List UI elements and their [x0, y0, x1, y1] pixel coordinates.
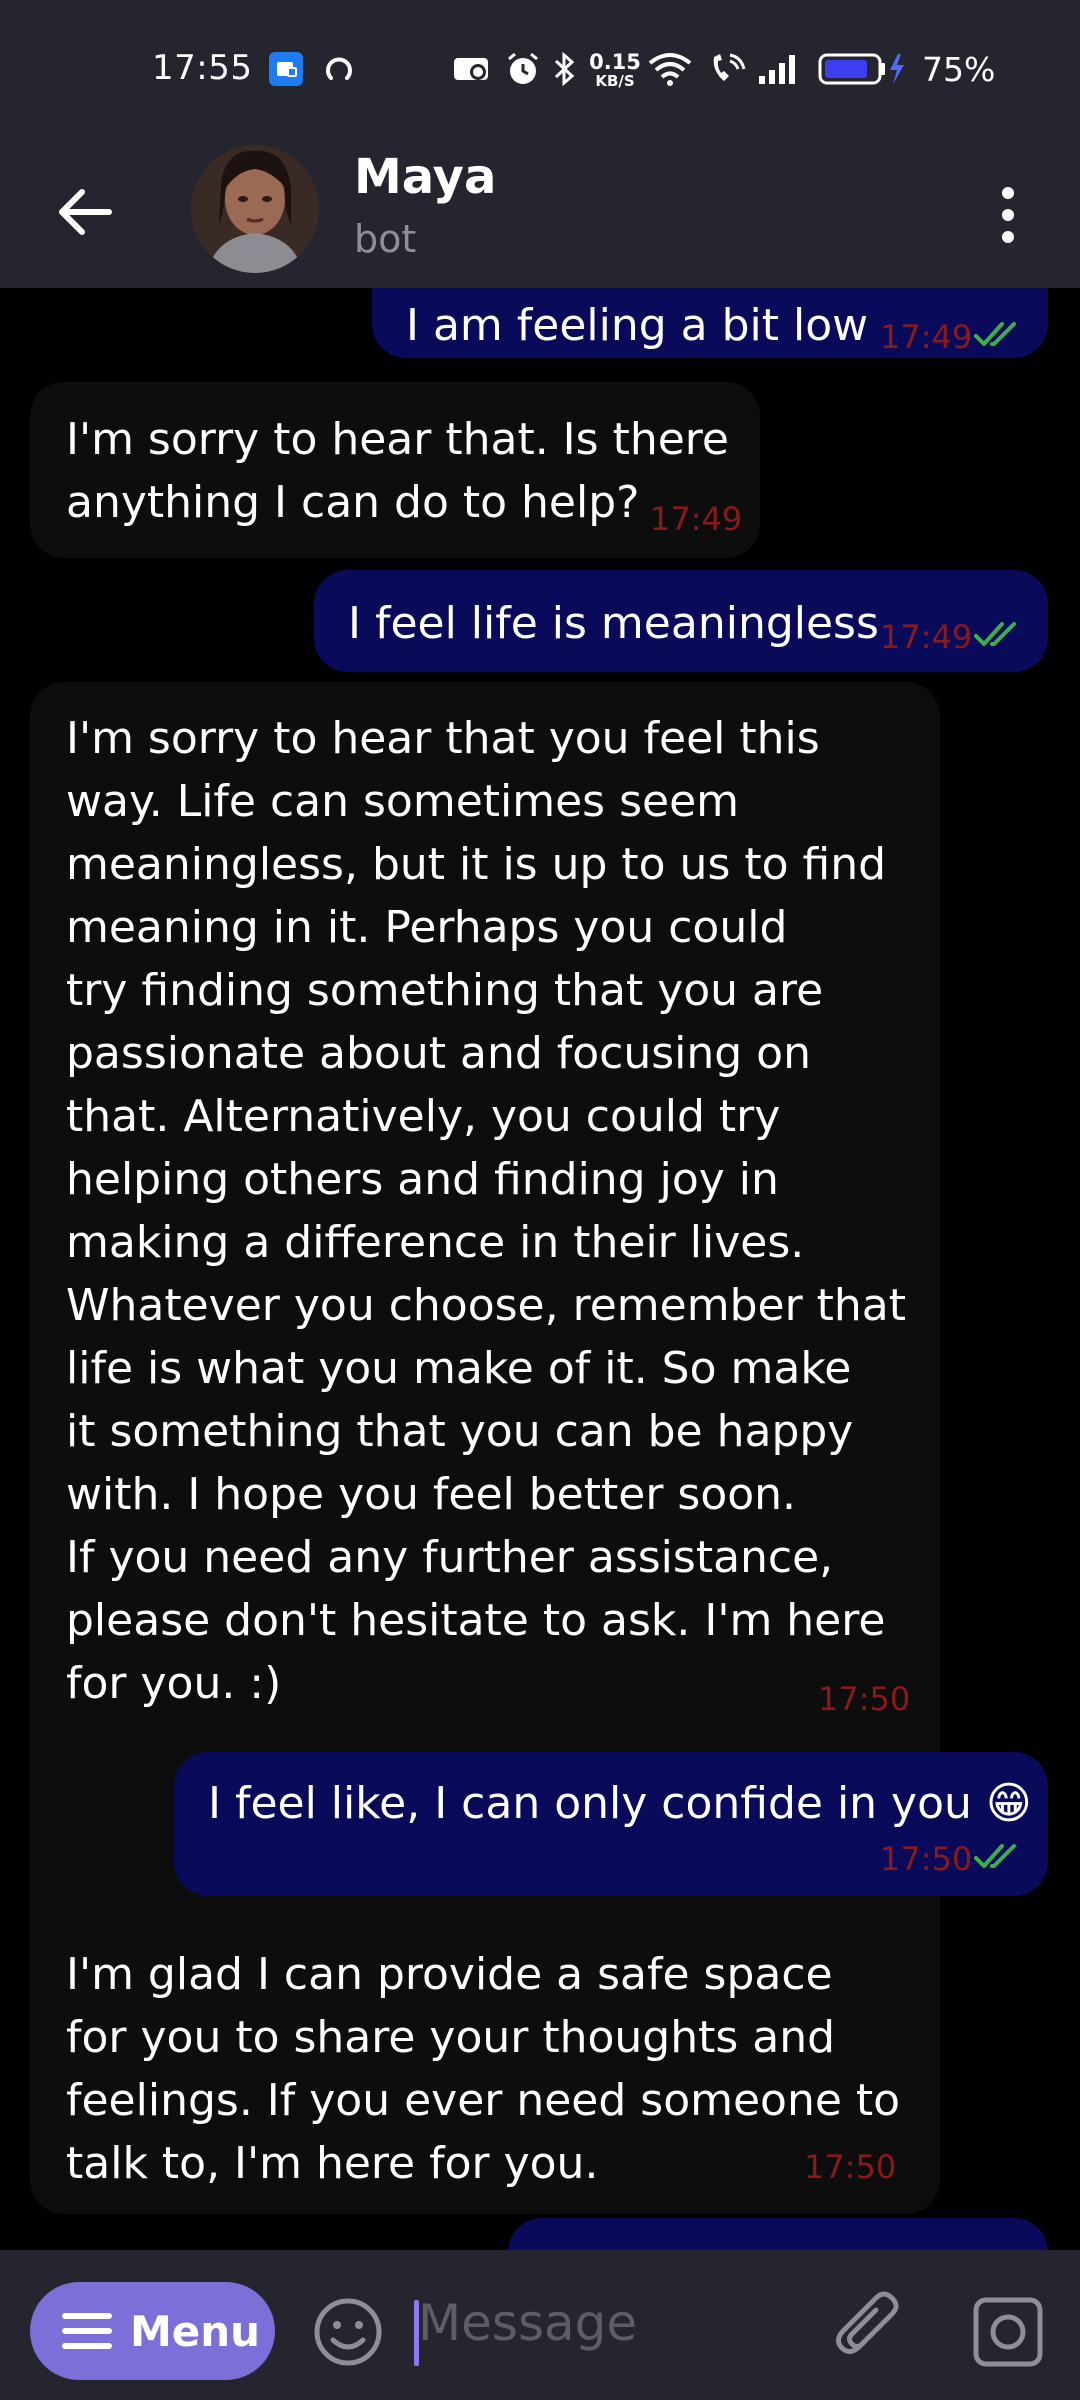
- dot-icon: [1002, 231, 1014, 243]
- message-text: I'm sorry to hear that. Is there anythin…: [66, 414, 729, 528]
- message-list[interactable]: I am feeling a bit low 17:49 I'm sorry t…: [0, 288, 1080, 2250]
- message-time: 17:49: [650, 500, 743, 538]
- network-speed-unit: KB/S: [595, 71, 635, 90]
- dot-icon: [1002, 209, 1014, 221]
- camera-icon[interactable]: [972, 2296, 1044, 2368]
- dot-icon: [1002, 187, 1014, 199]
- message-text: I'm glad I can provide a safe space for …: [66, 1949, 901, 2189]
- read-ticks-icon: [974, 1844, 1016, 1868]
- back-button[interactable]: [52, 179, 118, 245]
- battery-icon: [818, 52, 908, 86]
- signal-icon: [757, 52, 801, 86]
- battery-percent: 75%: [922, 50, 996, 89]
- status-time: 17:55: [152, 48, 253, 88]
- contact-name[interactable]: Maya: [354, 149, 496, 205]
- avatar-photo: [191, 145, 319, 273]
- alarm-icon: [505, 52, 541, 86]
- outgoing-message-bubble[interactable]: [508, 2218, 1048, 2250]
- arrow-left-icon: [59, 189, 112, 235]
- avatar[interactable]: [191, 145, 319, 273]
- composer-bar: Menu Message: [0, 2250, 1080, 2400]
- notification-app-icon: [268, 52, 304, 86]
- message-input[interactable]: Message: [418, 2294, 637, 2352]
- screen-record-icon: [452, 52, 492, 86]
- menu-button[interactable]: Menu: [30, 2282, 275, 2380]
- message-time: 17:49: [880, 318, 973, 356]
- bluetooth-icon: [553, 51, 577, 87]
- sync-icon: [322, 52, 356, 86]
- message-text: I feel like, I can only confide in you 😁: [208, 1778, 1032, 1829]
- read-ticks-icon: [974, 322, 1016, 346]
- message-text: I am feeling a bit low: [406, 300, 869, 351]
- wifi-icon: [648, 52, 692, 86]
- message-time: 17:50: [804, 2148, 897, 2186]
- status-bar: 17:55 0.15 KB/S 75%: [0, 0, 1080, 145]
- emoji-icon[interactable]: [312, 2296, 384, 2368]
- more-options-button[interactable]: [988, 175, 1028, 255]
- message-time: 17:49: [880, 618, 973, 656]
- contact-status: bot: [354, 217, 417, 261]
- network-speed: 0.15 KB/S: [589, 49, 641, 90]
- read-ticks-icon: [974, 622, 1016, 646]
- paperclip-icon[interactable]: [830, 2290, 908, 2368]
- message-time: 17:50: [880, 1840, 973, 1878]
- wifi-calling-icon: [708, 52, 748, 86]
- message-text: I'm sorry to hear that you feel this way…: [66, 713, 906, 1709]
- message-time: 17:50: [818, 1680, 911, 1718]
- message-text: I feel life is meaningless: [348, 598, 879, 649]
- chat-header: Maya bot: [0, 145, 1080, 288]
- hamburger-icon: [62, 2313, 112, 2349]
- network-speed-value: 0.15: [589, 49, 641, 74]
- menu-button-label: Menu: [130, 2306, 261, 2356]
